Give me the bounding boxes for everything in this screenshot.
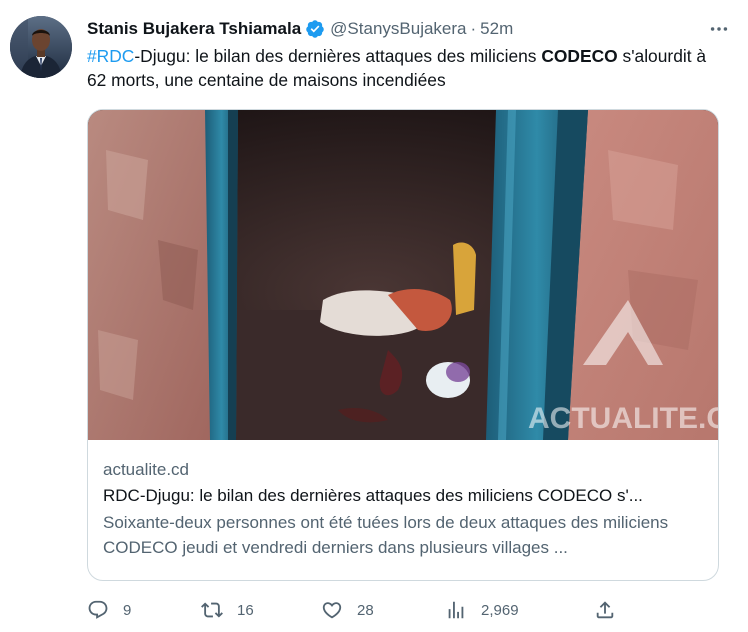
views-button[interactable]: 2,969 (445, 596, 519, 624)
card-body: actualite.cd RDC-Djugu: le bilan des der… (103, 458, 704, 560)
retweet-icon (201, 602, 223, 618)
author-handle[interactable]: @StanysBujakera (330, 19, 466, 39)
tweet-header: Stanis Bujakera Tshiamala @StanysBujaker… (87, 17, 734, 41)
share-button[interactable] (594, 596, 616, 624)
action-bar: 9 16 28 2,969 (87, 596, 627, 624)
hashtag-link[interactable]: #RDC (87, 46, 134, 66)
author-name[interactable]: Stanis Bujakera Tshiamala (87, 19, 301, 39)
verified-badge-icon (306, 20, 324, 38)
tweet-text: #RDC-Djugu: le bilan des dernières attaq… (87, 44, 707, 92)
tweet[interactable]: Stanis Bujakera Tshiamala @StanysBujaker… (0, 0, 748, 632)
reply-icon (88, 600, 108, 619)
reply-button[interactable]: 9 (87, 596, 131, 624)
timestamp[interactable]: 52m (480, 19, 513, 39)
retweet-count: 16 (237, 601, 254, 619)
more-icon[interactable] (708, 18, 730, 40)
views-icon (448, 601, 464, 619)
tweet-text-part1: -Djugu: le bilan des dernières attaques … (134, 46, 542, 66)
watermark-text: ACTUALITE.CD (528, 402, 719, 435)
like-icon (322, 602, 342, 619)
card-photo: ACTUALITE.CD (88, 110, 719, 440)
card-image[interactable]: ACTUALITE.CD (88, 110, 719, 440)
tweet-text-bold: CODECO (541, 46, 618, 66)
separator-dot: · (470, 19, 477, 38)
reply-count: 9 (123, 601, 132, 619)
link-card[interactable]: ACTUALITE.CD actualite.cd RDC-Djugu: le … (87, 109, 719, 581)
card-title: RDC-Djugu: le bilan des dernières attaqu… (103, 486, 643, 505)
views-count: 2,969 (481, 601, 519, 619)
avatar-image (10, 16, 72, 78)
avatar[interactable] (10, 16, 72, 78)
like-button[interactable]: 28 (321, 596, 374, 624)
retweet-button[interactable]: 16 (201, 596, 254, 624)
card-description: Soixante-deux personnes ont été tuées lo… (103, 513, 669, 557)
like-count: 28 (357, 601, 374, 619)
share-icon (596, 601, 614, 619)
card-domain: actualite.cd (103, 460, 189, 479)
